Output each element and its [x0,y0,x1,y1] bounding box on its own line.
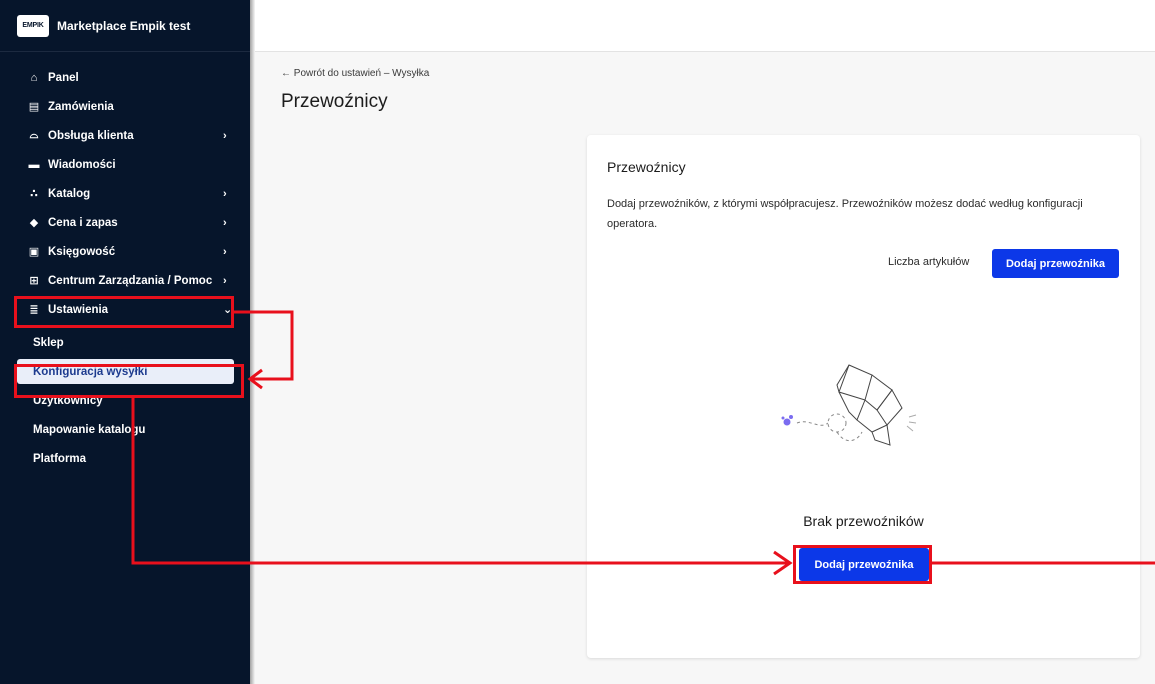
annotation-line-shipping [131,398,788,565]
annotation-line-settings [234,310,294,381]
annotation-arrows [131,310,1155,576]
